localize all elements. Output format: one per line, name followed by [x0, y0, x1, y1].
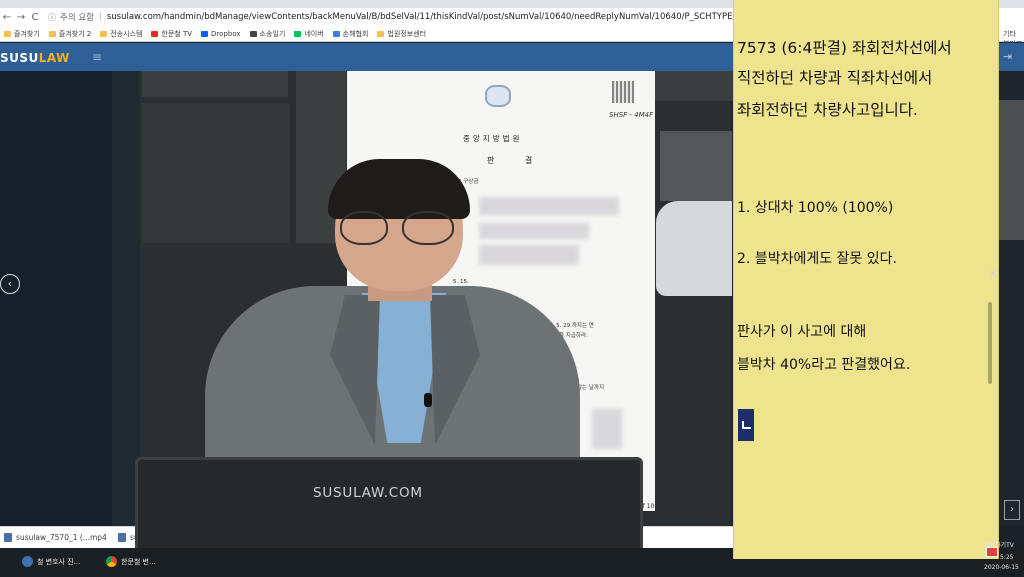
reload-button[interactable]: C — [28, 12, 42, 23]
app-icon — [22, 556, 33, 567]
clock-date[interactable]: 2020-06-15 — [984, 564, 1019, 571]
bookmark-item[interactable]: 즐겨찾기 2 — [48, 29, 92, 39]
bookmark-item[interactable]: 법원정보센터 — [377, 29, 426, 39]
bookmark-item[interactable]: 즐겨찾기 — [4, 29, 40, 39]
video-file-icon — [4, 533, 12, 542]
note-list-item: 1. 상대차 100% (100%) — [737, 200, 894, 216]
document-signature: SHSF - 4M4F — [609, 111, 654, 119]
url-separator: | — [98, 12, 102, 22]
order-line: 계산한 돈을 지급 — [537, 395, 576, 401]
video-file-icon — [118, 533, 126, 542]
bookmark-label: 즐겨찾기 — [14, 29, 40, 38]
order-line: 갚는 날까지 — [577, 385, 605, 391]
bookmark-item[interactable]: Dropbox — [201, 30, 241, 38]
info-icon[interactable]: ⓘ — [48, 12, 56, 23]
folder-icon — [48, 30, 56, 37]
note-text-line: 직전하던 차량과 직좌차선에서 — [737, 69, 933, 87]
youtube-icon — [151, 30, 159, 37]
globe-icon — [249, 30, 257, 37]
left-panel — [0, 71, 112, 526]
sticky-note[interactable]: 7573 (6:4판결) 좌회전차선에서 직전하던 차량과 직좌차선에서 좌회전… — [733, 0, 999, 559]
folder-icon — [100, 30, 108, 37]
court-name: 중앙지방법원 — [463, 134, 523, 143]
note-list-item: 2. 블박차에게도 잘못 있다. — [737, 251, 897, 267]
note-text-line: 좌회전하던 차량사고입니다. — [737, 101, 918, 119]
logo-main: SUSU — [0, 51, 39, 65]
previous-arrow-icon[interactable]: ‹ — [0, 274, 20, 294]
mouse-cursor-icon: ⇱ — [990, 270, 999, 281]
bookmark-label: 법원정보센터 — [387, 29, 427, 38]
screen: ← → C ⓘ 주의 요함 | susulaw.com/handmin/bdMa… — [0, 0, 1024, 577]
bookmark-label: 전송시스템 — [110, 29, 143, 38]
url-input[interactable]: susulaw.com/handmin/bdManage/viewContent… — [107, 12, 747, 22]
system-tray: 설정하기TV 5:25 2020-06-15 — [984, 540, 1024, 577]
background-shape — [142, 71, 288, 97]
court-document: SHSF - 4M4F 중앙지방법원 판 결 503 구상금 5. 15. 29… — [347, 71, 655, 511]
redacted-block — [592, 409, 622, 449]
monitor-label: SUSULAW.COM — [313, 485, 423, 501]
order-line: 계산한 돈을 지급하라. — [537, 333, 588, 339]
bookmark-label: 한문철 TV — [161, 29, 193, 38]
order-line: 019. 11. 9.부터 2020. 5. 29.까지는 연 — [497, 323, 594, 329]
ime-mark-icon — [742, 421, 751, 429]
folder-icon — [4, 30, 11, 37]
note-scrollbar[interactable] — [988, 302, 992, 384]
bookmark-label: 소송일기 — [259, 29, 286, 38]
court-emblem-icon — [485, 85, 511, 107]
bookmark-item[interactable]: 한문철 TV — [151, 29, 192, 39]
bookmark-item[interactable]: 손해협회 — [332, 29, 369, 39]
bookmark-label: 즐겨찾기 2 — [58, 29, 92, 38]
download-item[interactable]: susulaw_7570_1 (...mp4 — [4, 533, 107, 542]
naver-icon — [294, 30, 302, 37]
section-heading: 문 — [509, 311, 515, 317]
note-text-line: 7573 (6:4판결) 좌회전차선에서 — [737, 39, 952, 57]
folder-icon — [377, 30, 385, 37]
bookmark-item[interactable]: 전송시스템 — [100, 29, 142, 39]
bookmark-item[interactable]: 네이버 — [294, 29, 324, 39]
background-shape — [999, 100, 1024, 240]
car-image — [656, 201, 732, 296]
taskbar-item[interactable]: 한문철 변... — [106, 556, 156, 567]
bookmark-label: 네이버 — [304, 29, 324, 38]
tray-app-icon[interactable] — [986, 547, 998, 557]
redacted-block — [479, 197, 619, 215]
clock-time[interactable]: 5:25 — [1000, 554, 1013, 561]
date-line: 29. — [459, 291, 468, 297]
logo-accent: LAW — [38, 51, 70, 65]
download-item-label: susulaw_7570_1 (...mp4 — [16, 533, 107, 542]
taskbar-item-label: 한문철 변... — [121, 557, 156, 566]
redacted-block — [479, 245, 579, 265]
taskbar-item[interactable]: 철 변호사 진... — [22, 556, 80, 567]
taskbar-item-label: 철 변호사 진... — [37, 557, 81, 566]
site-logo[interactable]: SUSULAW — [0, 51, 70, 65]
background-shape — [142, 103, 290, 243]
forward-button[interactable]: → — [14, 12, 28, 23]
document-title: 판 결 — [487, 156, 547, 165]
note-text-line: 블박차 40%라고 판결했어요. — [737, 357, 911, 373]
redacted-block — [479, 223, 589, 239]
chrome-icon — [106, 556, 117, 567]
bookmark-label: 손해협회 — [342, 29, 369, 38]
background-shape — [296, 71, 346, 243]
background-shape — [655, 71, 733, 101]
ime-indicator — [738, 409, 754, 441]
bookmark-label: Dropbox — [211, 29, 241, 38]
qr-code-icon — [612, 81, 634, 103]
logout-icon[interactable]: ⇥ — [1003, 50, 1012, 63]
site-icon — [332, 30, 340, 37]
next-arrow-icon[interactable]: › — [1004, 500, 1020, 520]
security-label[interactable]: 주의 요함 — [60, 11, 94, 23]
hamburger-icon[interactable]: ≡ — [92, 50, 102, 64]
dropbox-icon — [201, 30, 209, 37]
note-text-line: 판사가 이 사고에 대해 — [737, 324, 867, 340]
back-button[interactable]: ← — [0, 12, 14, 23]
background-shape — [660, 131, 732, 201]
date-line: 5. 15. — [453, 279, 469, 285]
case-line: 503 구상금 — [451, 179, 479, 185]
bookmark-item[interactable]: 소송일기 — [249, 29, 286, 39]
